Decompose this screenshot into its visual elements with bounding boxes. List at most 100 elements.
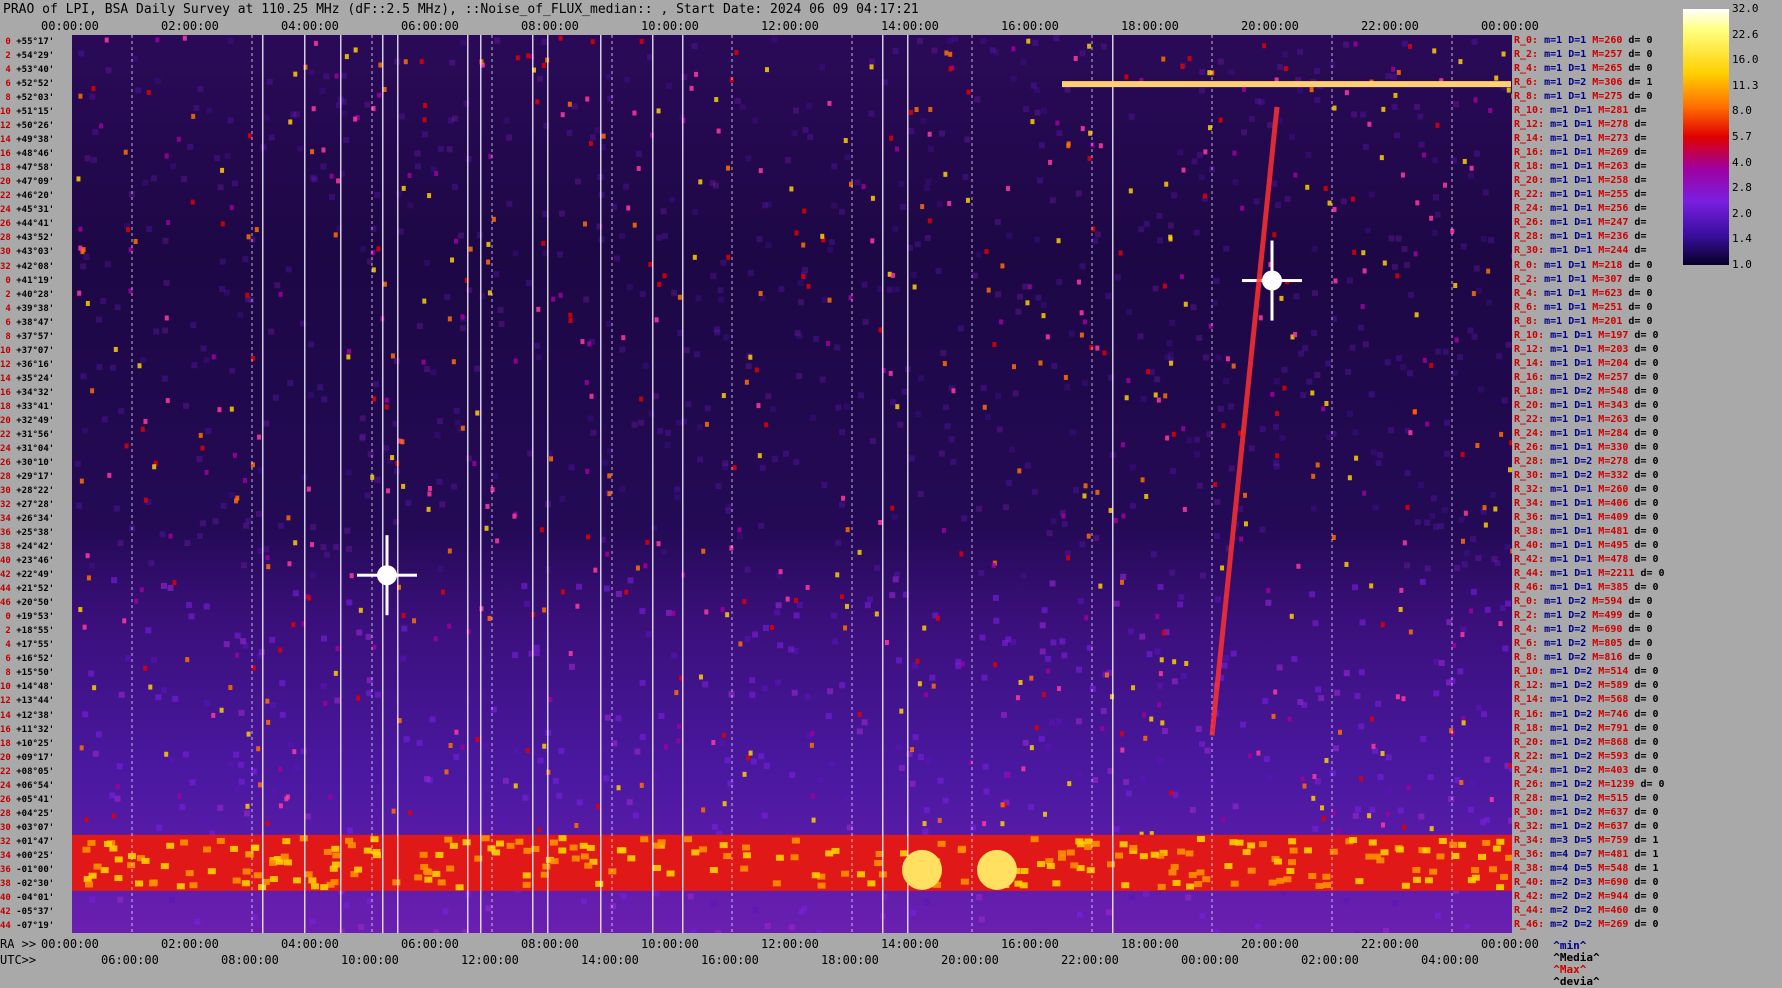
dec-row-label: 6 +38°47' [0,318,72,328]
noise-cell [640,680,646,686]
speckle [1091,142,1095,147]
noise-cell [466,455,472,461]
band-cell [572,856,580,862]
noise-cell [368,451,374,457]
stat-d: d= [1628,161,1646,172]
speckle [1182,168,1186,173]
stat-r: R_44: [1514,568,1544,579]
dec-row-label: 12 +13°44' [0,696,72,706]
speckle [617,785,621,790]
noise-cell [96,731,102,737]
noise-cell [983,764,989,770]
noise-cell [1170,468,1176,474]
row-dec: +30°10' [11,458,54,468]
noise-cell [1249,445,1255,451]
noise-cell [694,351,700,357]
speckle [596,804,600,809]
noise-cell [1315,778,1321,784]
beam-stat-row: R_28: m=1 D=2 M=278 d= 0 [1514,456,1659,468]
speckle [1220,565,1224,570]
stat-md: m=1 D=2 [1544,779,1592,790]
stat-md: m=1 D=2 [1538,610,1586,621]
noise-cell [952,36,958,42]
noise-cell [653,891,659,897]
speckle [1121,513,1125,518]
noise-cell [1354,931,1360,933]
beam-stat-row: R_12: m=1 D=1 M=278 d= [1514,119,1646,131]
stat-md: m=1 D=1 [1544,245,1592,256]
noise-cell [604,586,610,592]
noise-cell [1396,235,1402,241]
noise-cell [1458,517,1464,523]
noise-cell [1079,541,1085,547]
noise-cell [621,893,627,899]
noise-cell [772,456,778,462]
stat-r: R_40: [1514,877,1544,888]
speckle [80,479,84,484]
dec-row-label: 22 +31°56' [0,430,72,440]
noise-cell [752,118,758,124]
stat-m: M=2211 [1592,568,1634,579]
noise-cell [976,252,982,258]
noise-cell [1040,649,1046,655]
stat-md: m=1 D=2 [1544,723,1592,734]
noise-cell [1405,470,1411,476]
speckle [1461,539,1465,544]
noise-cell [925,179,931,185]
noise-cell [887,287,893,293]
noise-cell [1009,447,1015,453]
band-cell [330,879,338,885]
noise-cell [1311,330,1317,336]
noise-cell [692,43,698,49]
noise-cell [737,533,743,539]
noise-cell [819,64,825,70]
speckle [1493,506,1497,511]
legend-dev: ^devia^ [1553,975,1599,988]
band-cell [492,849,500,855]
noise-cell [1082,380,1088,386]
noise-cell [925,235,931,241]
stat-md: m=1 D=2 [1544,765,1592,776]
ra-tick-label: 08:00:00 [521,18,579,34]
speckle [844,138,848,143]
beam-stat-row: R_4: m=1 D=1 M=623 d= 0 [1514,288,1653,300]
band-cell [1224,863,1232,869]
speckle [674,690,678,695]
noise-cell [822,297,828,303]
noise-cell [765,393,771,399]
speckle [293,72,297,77]
noise-cell [89,563,95,569]
noise-cell [1204,748,1210,754]
speckle [928,218,932,223]
noise-cell [674,486,680,492]
speckle [1483,505,1487,510]
speckle [1409,629,1413,634]
noise-cell [1432,157,1438,163]
dec-row-label: 8 +37°57' [0,332,72,342]
declination-axis: 0 +55°17' 2 +54°29' 4 +53°40' 6 +52°52' … [0,35,72,933]
speckle [1354,42,1358,47]
noise-cell [594,127,600,133]
speckle [1025,300,1029,305]
noise-cell [452,115,458,121]
speckle [932,684,936,689]
speckle [640,39,644,44]
noise-cell [1223,655,1229,661]
noise-cell [1309,591,1315,597]
beam-stat-row: R_30: m=1 D=2 M=637 d= 0 [1514,807,1659,819]
noise-cell [82,428,88,434]
noise-cell [1017,294,1023,300]
row-index: 8 [0,668,11,678]
speckle [693,255,697,260]
noise-cell [718,297,724,303]
speckle [144,498,148,503]
noise-cell [238,762,244,768]
noise-cell [1218,406,1224,412]
noise-cell [308,392,314,398]
row-dec: +04°25' [11,809,54,819]
noise-cell [1454,565,1460,571]
speckle [461,426,465,431]
speckle [585,469,589,474]
noise-cell [776,602,782,608]
stat-d: d= 0 [1622,63,1652,74]
